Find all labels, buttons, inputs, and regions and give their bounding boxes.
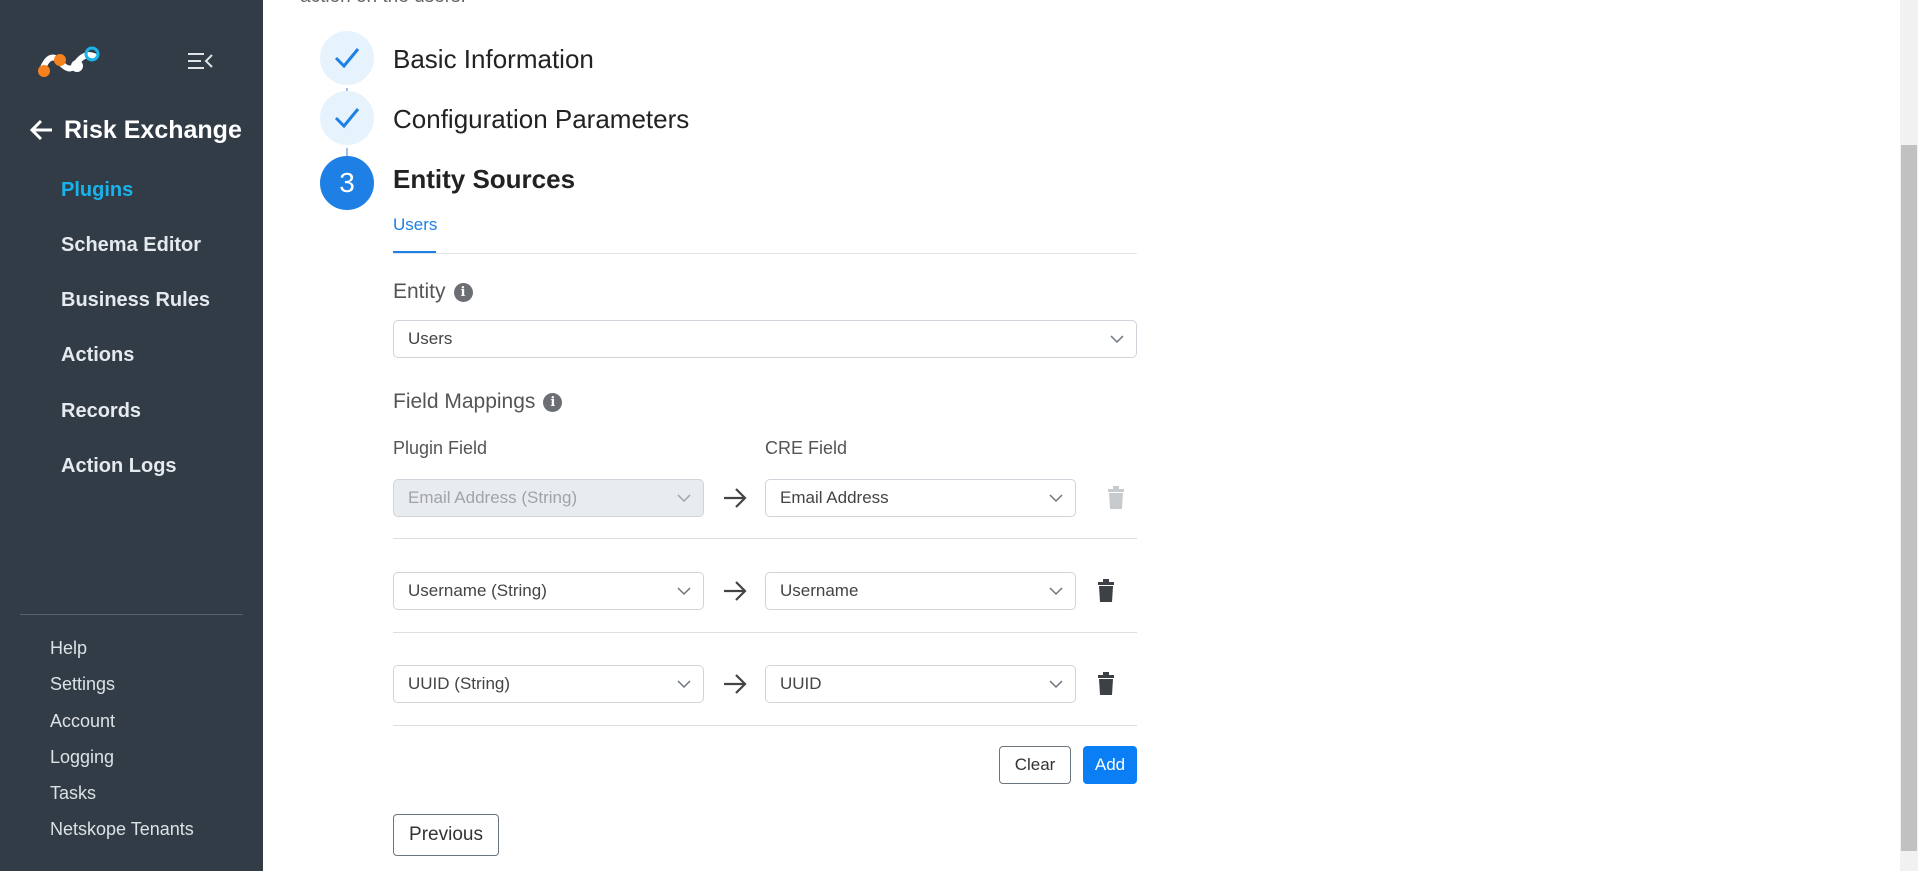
sidebar-item-schema-editor[interactable]: Schema Editor [61,234,201,257]
clear-button[interactable]: Clear [999,746,1071,784]
back-to-risk-exchange[interactable]: Risk Exchange [30,112,242,148]
plugin-field-header: Plugin Field [393,438,488,458]
sidebar-footer-help[interactable]: Help [50,638,87,659]
cre-field-select[interactable]: Email Address [765,479,1076,517]
row-divider [393,725,1137,726]
tab-users[interactable]: Users [393,215,437,235]
collapse-menu-icon[interactable] [187,50,213,72]
sidebar-item-records[interactable]: Records [61,400,141,423]
chevron-down-icon [1049,494,1063,503]
sidebar-item-business-rules[interactable]: Business Rules [61,289,210,312]
step-2-title: Configuration Parameters [393,104,690,134]
sidebar-divider [20,614,243,615]
field-mappings-label-text: Field Mappings [393,390,536,413]
arrow-right-icon [724,488,747,508]
previous-button[interactable]: Previous [393,814,499,856]
step-2-check [320,91,374,145]
sidebar-item-plugins[interactable]: Plugins [61,179,133,202]
cre-field-header: CRE Field [765,438,848,458]
info-icon[interactable]: i [543,392,563,412]
sidebar: Risk Exchange Plugins Schema Editor Busi… [0,0,263,871]
entity-label-text: Entity [393,280,446,303]
plugin-field-select[interactable]: Username (String) [393,572,704,610]
step-3-number: 3 [320,156,374,210]
scrollbar-thumb[interactable] [1901,145,1917,851]
chevron-down-icon [1110,335,1124,344]
sidebar-footer-netskope-tenants[interactable]: Netskope Tenants [50,819,194,840]
plugin-field-select: Email Address (String) [393,479,704,517]
sidebar-footer-tasks[interactable]: Tasks [50,783,96,804]
sidebar-title: Risk Exchange [64,115,242,144]
step-1-check [320,31,374,85]
check-icon [334,108,360,129]
plugin-field-value: Email Address (String) [408,488,578,507]
trash-icon [1108,486,1124,509]
tab-divider [393,253,1137,254]
info-icon[interactable]: i [453,282,473,302]
add-button[interactable]: Add [1083,746,1137,784]
chevron-down-icon [677,494,691,503]
cre-field-value: Username [780,581,859,600]
row-divider [393,538,1137,539]
field-mappings-label: Field Mappings i [393,390,563,414]
step-1-title: Basic Information [393,44,594,74]
sidebar-footer-logging[interactable]: Logging [50,747,114,768]
cre-field-select[interactable]: UUID [765,665,1076,703]
sidebar-item-actions[interactable]: Actions [61,344,134,367]
entity-select-value: Users [408,329,453,348]
chevron-down-icon [1049,680,1063,689]
netskope-logo [38,46,100,77]
arrow-left-icon [30,119,52,141]
sidebar-footer-settings[interactable]: Settings [50,674,115,695]
check-icon [334,48,360,69]
plugin-field-value: UUID (String) [408,674,511,693]
description-text: action on the users. [300,0,466,8]
sidebar-item-action-logs[interactable]: Action Logs [61,455,177,478]
cre-field-value: UUID [780,674,822,693]
trash-icon[interactable] [1097,672,1115,696]
plugin-field-value: Username (String) [408,581,547,600]
chevron-down-icon [1049,587,1063,596]
sidebar-footer-account[interactable]: Account [50,711,115,732]
row-divider [393,632,1137,633]
trash-icon[interactable] [1097,579,1115,603]
entity-select[interactable]: Users [393,320,1137,358]
step-3-title: Entity Sources [393,164,576,194]
cre-field-value: Email Address [780,488,889,507]
cre-field-select[interactable]: Username [765,572,1076,610]
plugin-field-select[interactable]: UUID (String) [393,665,704,703]
chevron-down-icon [677,680,691,689]
arrow-right-icon [724,674,747,694]
entity-label: Entity i [393,280,473,304]
arrow-right-icon [724,581,747,601]
chevron-down-icon [677,587,691,596]
